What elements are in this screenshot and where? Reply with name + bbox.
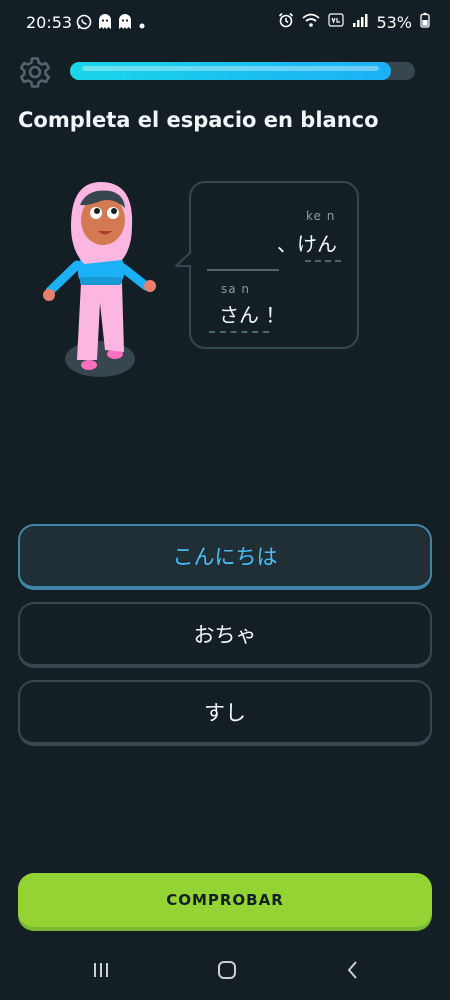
romaji-line1: ke n (306, 209, 336, 223)
recent-apps-icon (91, 961, 111, 983)
kana-line1: 、けん (277, 232, 337, 256)
screen: 20:53 53% Completa el espacio en blanco … (0, 0, 450, 1000)
status-right: 53% (278, 12, 430, 32)
volte-icon (328, 12, 345, 32)
word-underline-2 (209, 331, 269, 333)
kana-line2: さん ！ (219, 303, 286, 327)
settings-button[interactable] (18, 55, 52, 89)
option-ocha[interactable]: おちゃ (18, 602, 432, 668)
status-bar: 20:53 53% (0, 0, 450, 46)
status-time: 20:53 (26, 13, 73, 32)
speech-bubble: ke n 、けん sa n さん ！ (189, 181, 359, 349)
back-button[interactable] (338, 960, 368, 984)
signal-icon (352, 12, 368, 32)
battery-icon (420, 12, 430, 32)
romaji-line2: sa n (221, 282, 251, 296)
alarm-icon (278, 12, 294, 32)
option-sushi[interactable]: すし (18, 680, 432, 746)
dot-icon (138, 15, 146, 34)
battery-label: 53% (376, 12, 412, 32)
status-left-icons (76, 14, 146, 34)
wifi-icon (302, 12, 321, 32)
option-konnichiwa[interactable]: こんにちは (18, 524, 432, 590)
exercise-title: Completa el espacio en blanco (18, 108, 379, 132)
navigation-bar (0, 945, 450, 1000)
back-icon (345, 960, 361, 984)
progress-fill (70, 62, 391, 80)
check-button[interactable]: COMPROBAR (18, 873, 432, 927)
recent-apps-button[interactable] (86, 960, 116, 984)
progress-shine (82, 66, 379, 71)
home-button[interactable] (212, 960, 242, 984)
gear-icon (18, 57, 52, 93)
whatsapp-icon (76, 14, 92, 34)
lesson-progress-bar (70, 62, 415, 80)
home-icon (216, 960, 238, 984)
answer-blank[interactable] (207, 269, 279, 271)
character-illustration (40, 178, 170, 383)
ghost-icon (118, 14, 132, 34)
word-underline-1 (305, 260, 341, 262)
ghost-icon (98, 14, 112, 34)
